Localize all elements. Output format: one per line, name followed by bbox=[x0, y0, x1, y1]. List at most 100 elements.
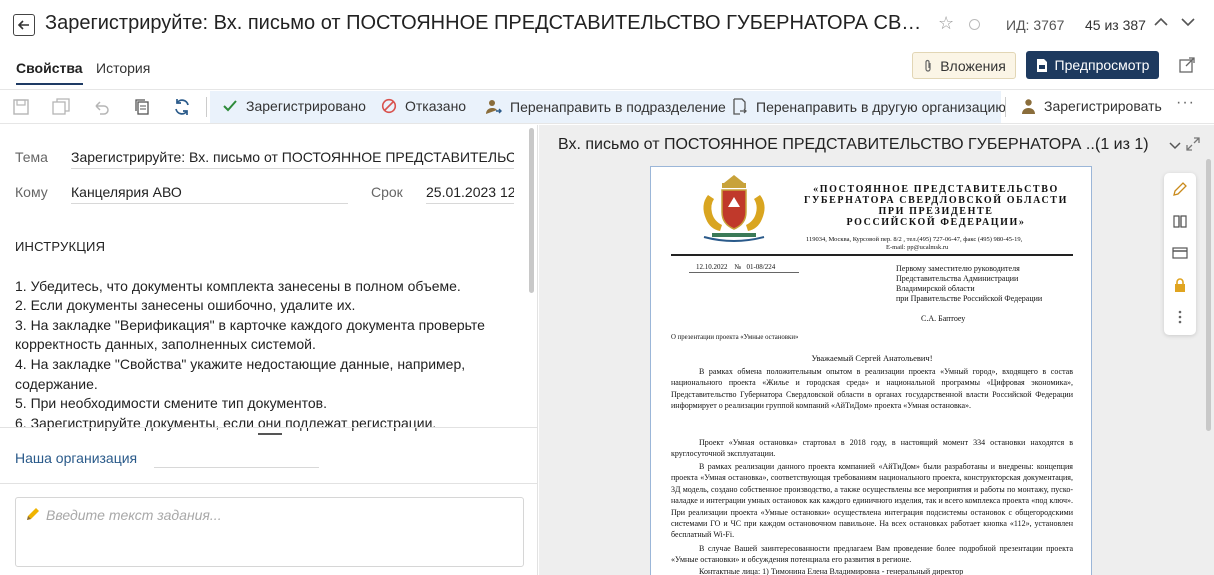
deadline-field[interactable]: 25.01.2023 12 bbox=[426, 184, 514, 204]
redirect-department-label: Перенаправить в подразделение bbox=[510, 98, 726, 115]
letter-organization-header: «ПОСТОЯННОЕ ПРЕДСТАВИТЕЛЬСТВО ГУБЕРНАТОР… bbox=[791, 184, 1081, 228]
letter-org-line: ПРИ ПРЕЗИДЕНТЕ bbox=[878, 206, 994, 217]
properties-panel: Тема Зарегистрируйте: Вх. письмо от ПОСТ… bbox=[0, 125, 538, 575]
instruction-line: 6. Зарегистрируйте документы, если они п… bbox=[15, 414, 437, 431]
letter-recipient-name: С.А. Баптоеу bbox=[921, 314, 966, 323]
preview-scrollbar[interactable] bbox=[1206, 159, 1211, 431]
chevron-down-icon[interactable] bbox=[1180, 14, 1196, 30]
check-icon bbox=[223, 100, 237, 112]
page-title: Зарегистрируйте: Вх. письмо от ПОСТОЯННО… bbox=[45, 12, 925, 34]
copy-icon[interactable] bbox=[133, 98, 151, 116]
letter-greeting: Уважаемый Сергей Анатольевич! bbox=[811, 353, 933, 363]
instruction-line: 4. На закладке "Свойства" укажите недост… bbox=[15, 355, 466, 372]
pencil-icon[interactable] bbox=[1172, 181, 1188, 197]
annotation-toolbar bbox=[1164, 173, 1196, 335]
forbidden-icon bbox=[381, 98, 397, 114]
redirect-organization-button[interactable]: Перенаправить в другую организацию bbox=[731, 98, 1006, 115]
letter-header-rule bbox=[671, 254, 1073, 256]
tab-history[interactable]: История bbox=[96, 60, 150, 76]
letter-org-line: «ПОСТОЯННОЕ ПРЕДСТАВИТЕЛЬСТВО bbox=[813, 184, 1059, 195]
arrow-left-icon bbox=[17, 20, 29, 30]
status-circle-icon[interactable] bbox=[969, 19, 980, 30]
redirect-department-button[interactable]: Перенаправить в подразделение bbox=[485, 98, 726, 115]
registered-action-button[interactable]: Зарегистрировано bbox=[222, 98, 366, 114]
instruction-line: 5. При необходимости смените тип докумен… bbox=[15, 395, 328, 412]
preview-button[interactable]: Предпросмотр bbox=[1026, 51, 1159, 79]
expand-icon[interactable] bbox=[1185, 136, 1201, 152]
letter-paragraph: Контактные лица: 1) Тимонина Елена Влади… bbox=[699, 567, 964, 575]
more-options-icon[interactable]: ··· bbox=[1176, 94, 1195, 112]
header: Зарегистрируйте: Вх. письмо от ПОСТОЯННО… bbox=[0, 0, 1214, 50]
letter-address: 119034, Москва, Курсовой пер. 8/2 , тел.… bbox=[806, 236, 1022, 252]
user-forward-icon bbox=[486, 100, 502, 114]
more-vertical-icon[interactable] bbox=[1172, 309, 1188, 325]
to-label: Кому bbox=[15, 184, 48, 200]
letter-paragraph: Проект «Умная остановка» стартовал в 201… bbox=[671, 438, 1073, 459]
coat-of-arms-icon bbox=[703, 175, 765, 242]
letter-paragraph: В случае Вашей заинтересованности предла… bbox=[671, 544, 1073, 565]
letter-paragraph: В рамках обмена положительным опытом в р… bbox=[671, 367, 1073, 411]
instruction-line: содержание. bbox=[15, 375, 98, 392]
star-icon[interactable]: ☆ bbox=[938, 13, 954, 34]
instruction-line: 2. Если документы занесены ошибочно, уда… bbox=[15, 297, 356, 314]
letter-reg-no: 01-08/224 bbox=[746, 263, 776, 271]
chevron-up-icon[interactable] bbox=[1153, 14, 1169, 30]
letter-registration: 12.10.2022 № 01-08/224 bbox=[696, 263, 775, 271]
document-icon bbox=[1036, 58, 1047, 72]
undo-icon[interactable] bbox=[92, 98, 110, 116]
refresh-icon[interactable] bbox=[173, 98, 191, 116]
resize-grip-icon[interactable] bbox=[258, 433, 282, 435]
letter-org-line: ГУБЕРНАТОРА СВЕРДЛОВСКОЙ ОБЛАСТИ bbox=[804, 195, 1068, 206]
attachments-label: Вложения bbox=[940, 57, 1006, 74]
lock-icon[interactable] bbox=[1172, 277, 1188, 293]
redirect-organization-label: Перенаправить в другую организацию bbox=[756, 98, 1006, 115]
deadline-label: Срок bbox=[371, 184, 403, 200]
open-in-window-icon[interactable] bbox=[1178, 56, 1196, 74]
attachments-button[interactable]: Вложения bbox=[912, 52, 1016, 79]
register-button[interactable]: Зарегистрировать bbox=[1021, 98, 1162, 114]
splitter-line bbox=[0, 427, 538, 428]
doc-forward-icon bbox=[733, 98, 747, 115]
chevron-down-icon[interactable] bbox=[1169, 140, 1181, 150]
subject-label: Тема bbox=[15, 149, 48, 165]
task-placeholder: Введите текст задания... bbox=[46, 507, 222, 523]
tab-properties[interactable]: Свойства bbox=[16, 60, 83, 85]
card-icon[interactable] bbox=[1172, 245, 1188, 261]
letter-org-line: РОССИЙСКОЙ ФЕДЕРАЦИИ» bbox=[846, 217, 1026, 228]
instruction-line: 1. Убедитесь, что документы комплекта за… bbox=[15, 277, 461, 294]
preview-label: Предпросмотр bbox=[1054, 57, 1150, 73]
letter-email: E-mail: pp@ucalmsk.ru bbox=[886, 244, 949, 251]
letter-subject: О презентации проекта «Умные остановки» bbox=[671, 334, 799, 341]
letter-addressee-line: Первому заместителю руководителя bbox=[896, 264, 1020, 273]
task-text-input[interactable]: Введите текст задания... bbox=[15, 497, 524, 567]
instruction-line: корректность данных, заполненных системо… bbox=[15, 336, 316, 353]
our-organization-field[interactable] bbox=[154, 467, 319, 468]
save-icon[interactable] bbox=[12, 98, 30, 116]
subject-field[interactable]: Зарегистрируйте: Вх. письмо от ПОСТОЯННО… bbox=[71, 149, 514, 169]
instruction-line: 3. На закладке "Верификация" в карточке … bbox=[15, 316, 485, 333]
back-button[interactable] bbox=[13, 14, 35, 36]
rejected-action-button[interactable]: Отказано bbox=[381, 98, 466, 114]
letter-reg-no-label: № bbox=[734, 263, 742, 271]
to-field[interactable]: Канцелярия АВО bbox=[71, 184, 348, 204]
preview-title: Вх. письмо от ПОСТОЯННОЕ ПРЕДСТАВИТЕЛЬСТ… bbox=[558, 136, 1100, 153]
preview-panel: Вх. письмо от ПОСТОЯННОЕ ПРЕДСТАВИТЕЛЬСТ… bbox=[539, 125, 1214, 575]
paperclip-icon bbox=[925, 59, 931, 72]
instruction-scrollbar[interactable] bbox=[529, 128, 534, 293]
toolbar-separator bbox=[1005, 97, 1006, 117]
user-icon bbox=[1022, 99, 1035, 114]
letter-addressee-line: при Правительстве Российской Федерации bbox=[896, 294, 1043, 303]
register-label: Зарегистрировать bbox=[1044, 98, 1162, 114]
document-page: «ПОСТОЯННОЕ ПРЕДСТАВИТЕЛЬСТВО ГУБЕРНАТОР… bbox=[650, 166, 1092, 575]
instruction-title: ИНСТРУКЦИЯ bbox=[15, 239, 106, 254]
rejected-action-label: Отказано bbox=[405, 98, 467, 114]
toolbar-separator bbox=[206, 97, 207, 117]
book-icon[interactable] bbox=[1172, 213, 1188, 229]
save-all-icon[interactable] bbox=[52, 98, 70, 116]
record-counter: 45 из 387 bbox=[1085, 17, 1146, 33]
preview-page-counter: (1 из 1) bbox=[1095, 136, 1149, 153]
toolbar: Зарегистрировано Отказано Перенаправить … bbox=[0, 89, 1214, 124]
divider bbox=[0, 483, 538, 484]
our-organization-label[interactable]: Наша организация bbox=[15, 450, 137, 466]
letter-reg-date: 12.10.2022 bbox=[696, 263, 728, 271]
